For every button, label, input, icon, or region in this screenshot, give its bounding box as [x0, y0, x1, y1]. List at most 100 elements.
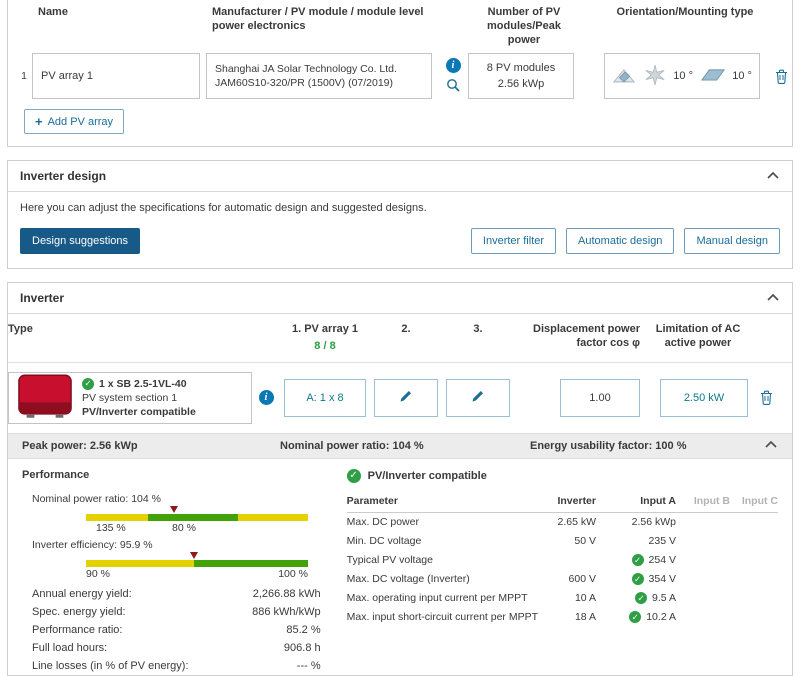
ac-limit-input[interactable]: 2.50 kW: [660, 379, 748, 417]
stat-row: Annual energy yield: 2,266.88 kWh: [22, 586, 321, 604]
compat-parameter: Max. DC voltage (Inverter): [347, 570, 538, 589]
inverter-design-description: Here you can adjust the specifications f…: [20, 202, 780, 214]
compat-parameter: Min. DC voltage: [347, 532, 538, 551]
compat-input-a-value: ✓ 9.5 A: [596, 589, 676, 608]
performance-stats: Annual energy yield: 2,266.88 kWh Spec. …: [22, 586, 321, 676]
compat-input-a-value: ✓ 354 V: [596, 570, 676, 589]
compatible-check-icon: ✓: [82, 378, 94, 390]
check-icon: ✓: [632, 554, 644, 566]
automatic-design-button[interactable]: Automatic design: [566, 228, 674, 254]
module-info-icon[interactable]: i: [446, 58, 461, 73]
compat-inverter-value: 600 V: [538, 570, 596, 589]
azimuth-compass-icon: [643, 64, 667, 89]
col-header-input-c: Input C: [730, 495, 778, 513]
col-header-3: 3.: [442, 323, 514, 337]
col-header-name: Name: [32, 6, 206, 47]
col-header-array1: 1. PV array 1: [280, 323, 370, 337]
col-header-parameter: Parameter: [347, 495, 538, 513]
array1-assignment-box[interactable]: A: 1 x 8: [284, 379, 366, 417]
pv-array-section: Name Manufacturer / PV module / module l…: [7, 0, 793, 147]
pv-array-row: 1 PV array 1 Shanghai JA Solar Technolog…: [8, 53, 792, 99]
gauge1-label: Nominal power ratio: 104 %: [22, 493, 321, 505]
pencil-icon: [471, 389, 485, 406]
pv-array-table-header: Name Manufacturer / PV module / module l…: [8, 0, 792, 47]
gauge1-tick-left: 135 %: [96, 522, 126, 534]
stat-row: Line losses (in % of PV energy): --- %: [22, 658, 321, 676]
inverter-type-box[interactable]: ✓ 1 x SB 2.5-1VL-40 PV system section 1 …: [8, 372, 252, 424]
manual-design-button[interactable]: Manual design: [684, 228, 780, 254]
inverter-info-icon[interactable]: i: [259, 390, 274, 405]
inverter-title: Inverter: [20, 291, 64, 305]
nominal-power-ratio-gauge: [86, 514, 308, 521]
inverter-efficiency-gauge: [86, 560, 308, 567]
compat-parameter: Typical PV voltage: [347, 551, 538, 570]
summary-nominal-power-ratio: Nominal power ratio: 104 %: [280, 440, 530, 452]
col-header-inverter: Inverter: [538, 495, 596, 513]
compat-inverter-value: 50 V: [538, 532, 596, 551]
plus-icon: +: [35, 115, 43, 128]
pencil-icon: [399, 389, 413, 406]
check-icon: ✓: [629, 611, 641, 623]
summary-energy-usability: Energy usability factor: 100 %: [530, 440, 764, 452]
compat-input-a-value: 235 V: [596, 532, 676, 551]
module-count-box: 8 PV modules 2.56 kWp: [468, 53, 574, 99]
col-header-count: Number of PV modules/Peak power: [468, 6, 580, 47]
performance-panel: Performance Nominal power ratio: 104 % 1…: [22, 469, 321, 676]
tilt-angle-roof: 10 °: [673, 70, 693, 82]
array1-module-count: 8 / 8: [280, 340, 370, 354]
row-index: 1: [16, 71, 32, 82]
inverter-table-header: Type 1. PV array 1 8 / 8 2. 3. Displacem…: [8, 314, 792, 363]
module-search-icon[interactable]: [446, 78, 460, 95]
gauge2-tick-left: 90 %: [86, 568, 110, 580]
gauge1-tick-right: 80 %: [172, 522, 196, 534]
orientation-box[interactable]: 10 ° 10 °: [604, 53, 760, 99]
inverter-design-title: Inverter design: [20, 169, 106, 183]
compat-inverter-value: 2.65 kW: [538, 513, 596, 532]
col-header-manufacturer: Manufacturer / PV module / module level …: [206, 6, 438, 47]
module-selection-box[interactable]: Shanghai JA Solar Technology Co. Ltd. JA…: [206, 53, 432, 99]
delete-inverter-icon[interactable]: [752, 390, 780, 405]
compat-parameter: Max. DC power: [347, 513, 538, 532]
module-tilt-icon: [700, 66, 726, 86]
collapse-chevron-icon[interactable]: [764, 440, 778, 452]
compat-inverter-value: [538, 557, 596, 564]
inverter-summary-bar: Peak power: 2.56 kWp Nominal power ratio…: [8, 433, 792, 459]
pv-array-name-input[interactable]: PV array 1: [32, 53, 200, 99]
cos-phi-input[interactable]: 1.00: [560, 379, 640, 417]
peak-power: 2.56 kWp: [498, 76, 544, 93]
summary-peak-power: Peak power: 2.56 kWp: [22, 440, 280, 452]
add-pv-array-button[interactable]: + Add PV array: [24, 109, 124, 134]
inverter-section: Inverter Type 1. PV array 1 8 / 8 2. 3. …: [7, 282, 793, 676]
pv-system-section: PV system section 1: [82, 392, 177, 404]
check-icon: ✓: [632, 573, 644, 585]
inverter-filter-button[interactable]: Inverter filter: [471, 228, 556, 254]
col-header-orientation: Orientation/Mounting type: [604, 6, 766, 47]
array3-edit-box[interactable]: [446, 379, 510, 417]
collapse-chevron-icon[interactable]: [766, 169, 780, 183]
col-header-input-b: Input B: [676, 495, 730, 513]
performance-title: Performance: [22, 469, 321, 481]
delete-pv-array-icon[interactable]: [766, 53, 796, 99]
stat-row: Full load hours: 906.8 h: [22, 640, 321, 658]
tilt-angle-free: 10 °: [732, 70, 752, 82]
gauge-marker-icon: [170, 506, 178, 513]
module-count: 8 PV modules: [487, 60, 555, 77]
pv-array-name: PV array 1: [41, 70, 191, 82]
roof-mount-icon: [612, 65, 636, 87]
col-header-input-a: Input A: [596, 495, 676, 513]
inverter-row: ✓ 1 x SB 2.5-1VL-40 PV system section 1 …: [8, 363, 792, 433]
compat-input-a-value: ✓ 254 V: [596, 551, 676, 570]
stat-row: Spec. energy yield: 886 kWh/kWp: [22, 604, 321, 622]
col-header-type: Type: [8, 323, 252, 335]
compatibility-table: Parameter Inverter Input A Input B Input…: [347, 495, 778, 627]
compatible-check-icon: ✓: [347, 469, 361, 483]
inverter-design-section: Inverter design Here you can adjust the …: [7, 160, 793, 269]
compat-parameter: Max. operating input current per MPPT: [347, 589, 538, 608]
design-suggestions-button[interactable]: Design suggestions: [20, 228, 140, 254]
array2-edit-box[interactable]: [374, 379, 438, 417]
collapse-chevron-icon[interactable]: [766, 291, 780, 305]
check-icon: ✓: [635, 592, 647, 604]
col-header-cos-phi: Displacement power factor cos φ: [514, 323, 644, 351]
compatibility-panel: ✓ PV/Inverter compatible Parameter Inver…: [347, 469, 778, 676]
inverter-image: [17, 374, 73, 422]
